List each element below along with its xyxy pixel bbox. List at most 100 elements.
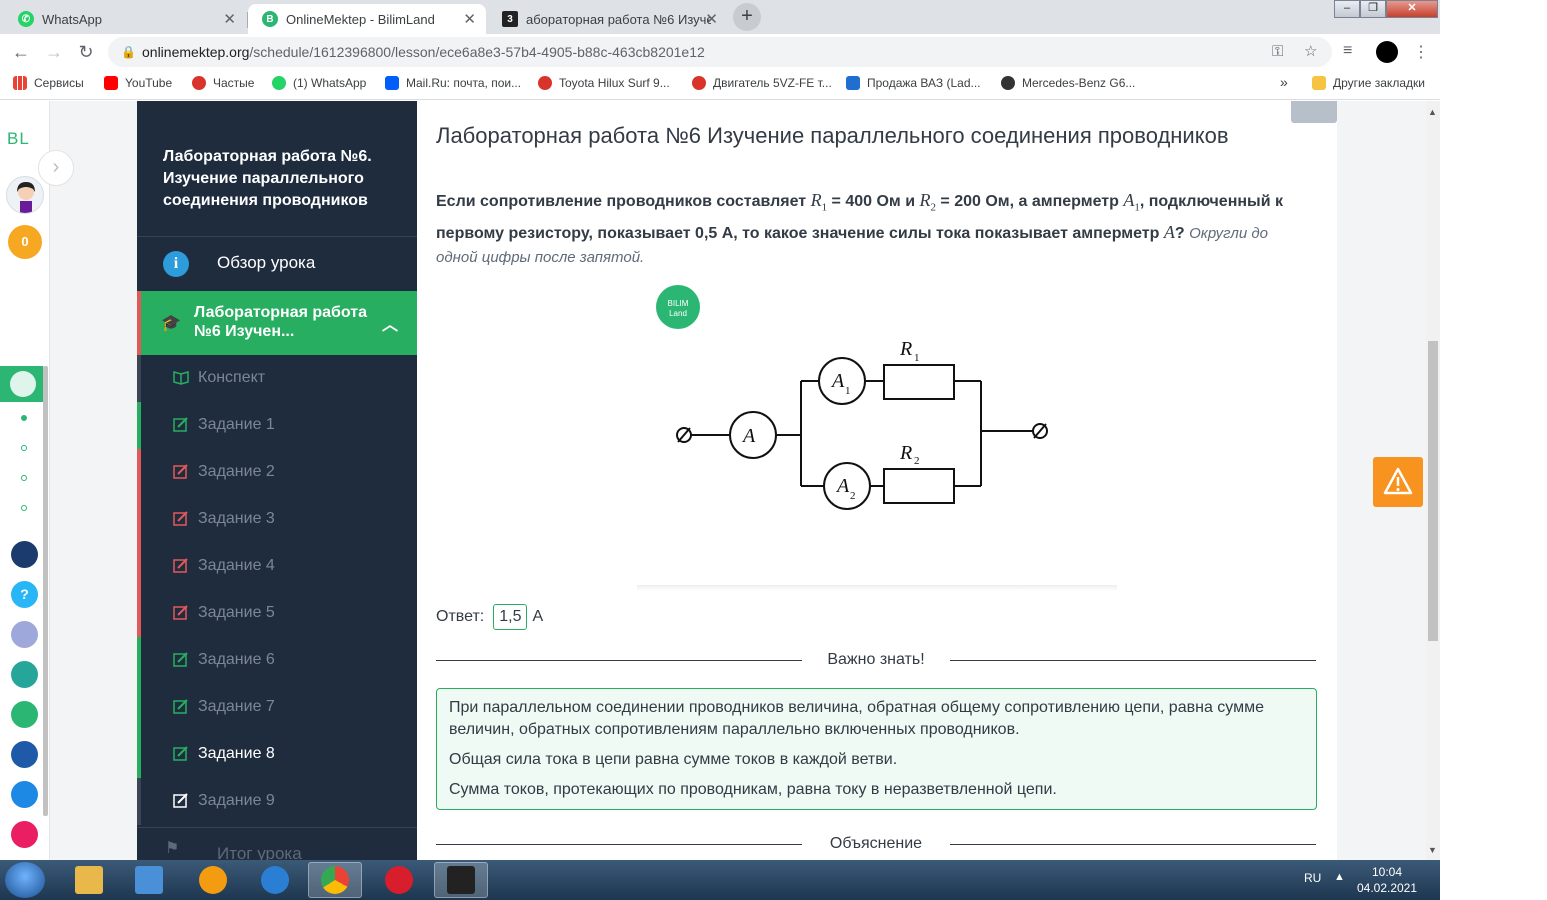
folder-icon [1312, 76, 1326, 90]
report-problem-button[interactable] [1373, 457, 1423, 507]
sidebar-item-overview[interactable]: i Обзор урока [137, 237, 417, 291]
rail-scrollbar[interactable] [43, 366, 48, 816]
bilimland-logo[interactable]: BL [7, 129, 30, 149]
edit-icon [173, 511, 188, 526]
minimize-button[interactable]: – [1334, 0, 1360, 18]
opera-icon [385, 866, 413, 894]
tab-lab-work[interactable]: 3 аборaторная работа №6 Изуче ✕ [488, 4, 728, 34]
circuit-diagram: BILIM Land A A 1 A 2 R 1 R 2 [656, 285, 1048, 510]
tab-onlinemektep[interactable]: B OnlineMektep - BilimLand ✕ [248, 4, 486, 34]
sidebar-item-notes[interactable]: Конспект [137, 355, 417, 402]
close-tab-icon[interactable]: ✕ [223, 10, 236, 28]
address-bar[interactable]: 🔒 onlinemektep.org/schedule/1612396800/l… [108, 37, 1332, 67]
reload-icon[interactable]: ↻ [75, 41, 97, 63]
taskbar-media-player[interactable] [122, 862, 176, 898]
fullscreen-button[interactable] [1291, 101, 1337, 123]
bookmark-engine[interactable]: Двигатель 5VZ-FE т... [692, 76, 832, 90]
lock-icon: 🔒 [121, 45, 136, 59]
bookmark-youtube[interactable]: YouTube [104, 76, 172, 90]
avatar[interactable] [6, 176, 44, 214]
key-icon[interactable]: ⚿ [1272, 37, 1283, 67]
taskbar-game[interactable] [434, 862, 488, 898]
taskbar-app[interactable] [186, 862, 240, 898]
sidebar-item-task-4[interactable]: Задание 4 [137, 543, 417, 590]
new-tab-button[interactable]: + [733, 3, 761, 31]
dictionary-icon[interactable] [11, 621, 38, 648]
taskbar-chrome[interactable] [308, 862, 362, 898]
back-icon[interactable]: ← [10, 41, 32, 63]
profile-avatar[interactable] [1376, 41, 1398, 63]
taskbar-explorer[interactable] [62, 862, 116, 898]
explanation-heading[interactable]: Объяснение [802, 835, 950, 853]
sidebar-item-task-2[interactable]: Задание 2 [137, 449, 417, 496]
sidebar-item-summary[interactable]: ⚑ Итог урока [137, 827, 417, 860]
language-indicator[interactable]: RU [1304, 871, 1321, 885]
chevron-up-icon[interactable]: ︿ [382, 311, 398, 335]
bookmark-mercedes[interactable]: Mercedes-Benz G6... [1001, 76, 1135, 90]
expand-sidebar-button[interactable]: › [38, 150, 74, 186]
bookmark-other[interactable]: Другие закладки [1312, 76, 1425, 90]
scroll-down-icon[interactable]: ▼ [1428, 845, 1437, 855]
rail-dot[interactable] [21, 475, 27, 481]
rail-dot[interactable] [21, 415, 27, 421]
bilimbook-icon[interactable] [11, 741, 38, 768]
taskbar-ie[interactable] [248, 862, 302, 898]
menu-icon[interactable]: ⋮ [1413, 42, 1429, 62]
system-clock[interactable]: 10:04 04.02.2021 [1352, 864, 1422, 896]
sidebar-item-current-section[interactable]: 🎓 Лабораторная работа №6 Изучен... ︿ [137, 291, 417, 355]
page-scrollbar[interactable]: ▲ ▼ [1426, 101, 1440, 860]
bookmark-vaz[interactable]: Продажа ВАЗ (Lad... [846, 76, 981, 90]
smart-nation-icon[interactable] [11, 541, 38, 568]
sidebar-item-task-1[interactable]: Задание 1 [137, 402, 417, 449]
taskbar-opera[interactable] [372, 862, 426, 898]
sidebar-item-task-3[interactable]: Задание 3 [137, 496, 417, 543]
resistor-1 [883, 364, 955, 400]
bookmark-apps[interactable]: Сервисы [13, 76, 84, 90]
start-button[interactable] [5, 862, 45, 898]
bookmark-toyota[interactable]: Toyota Hilux Surf 9... [538, 76, 670, 90]
rail-dot[interactable] [21, 505, 27, 511]
bookmark-label: Частые [213, 76, 255, 90]
maximize-button[interactable]: ❐ [1360, 0, 1386, 18]
divider [950, 660, 1316, 661]
rail-dot[interactable] [21, 445, 27, 451]
rail-item-onlinemektep[interactable] [0, 366, 43, 402]
bilimtest-icon[interactable] [11, 781, 38, 808]
media-control-icon[interactable]: ≡ [1343, 42, 1352, 60]
kolesa-icon [846, 76, 860, 90]
url-path: /schedule/1612396800/lesson/ece6a8e3-57b… [249, 44, 705, 60]
bookmarks-overflow-label: » [1280, 74, 1288, 90]
star-icon[interactable]: ☆ [1304, 37, 1317, 67]
bookmark-mailru[interactable]: Mail.Ru: почта, пои... [385, 76, 521, 90]
twig-icon[interactable] [11, 821, 38, 848]
bookmarks-bar: Сервисы YouTube Частые (1) WhatsApp Mail… [0, 70, 1440, 100]
scroll-up-icon[interactable]: ▲ [1428, 107, 1437, 117]
sidebar-item-task-8[interactable]: Задание 8 [137, 731, 417, 778]
label-resistor-2-subscript: 2 [914, 455, 920, 467]
sidebar-item-task-5[interactable]: Задание 5 [137, 590, 417, 637]
answer-row: Ответ: 1,5 А [436, 603, 543, 631]
help-icon[interactable]: ? [11, 581, 38, 608]
close-tab-icon[interactable]: ✕ [705, 10, 718, 28]
sidebar-item-task-6[interactable]: Задание 6 [137, 637, 417, 684]
whatsapp-icon: ✆ [18, 11, 34, 27]
sidebar-item-task-7[interactable]: Задание 7 [137, 684, 417, 731]
sidebar-item-task-9[interactable]: Задание 9 [137, 778, 417, 825]
bookmark-frequent[interactable]: Частые [192, 76, 254, 90]
bookmarks-overflow-button[interactable]: » [1280, 74, 1288, 90]
tab-whatsapp[interactable]: ✆ WhatsApp ✕ [4, 4, 246, 34]
tray-expand-icon[interactable]: ▲ [1334, 871, 1345, 883]
close-window-button[interactable]: ✕ [1386, 0, 1438, 18]
edit-icon [173, 699, 188, 714]
coins-badge[interactable]: 0 [8, 225, 42, 259]
forward-icon[interactable]: → [43, 41, 65, 63]
scrollbar-thumb[interactable] [1428, 341, 1438, 641]
badge-text: Land [669, 309, 687, 318]
pisa-icon[interactable] [11, 661, 38, 688]
drom-icon [692, 76, 706, 90]
drom-icon [538, 76, 552, 90]
bookmark-whatsapp[interactable]: (1) WhatsApp [272, 76, 366, 90]
bilimland-app-icon[interactable] [11, 701, 38, 728]
answer-input[interactable]: 1,5 [493, 604, 528, 630]
close-tab-icon[interactable]: ✕ [463, 10, 476, 28]
